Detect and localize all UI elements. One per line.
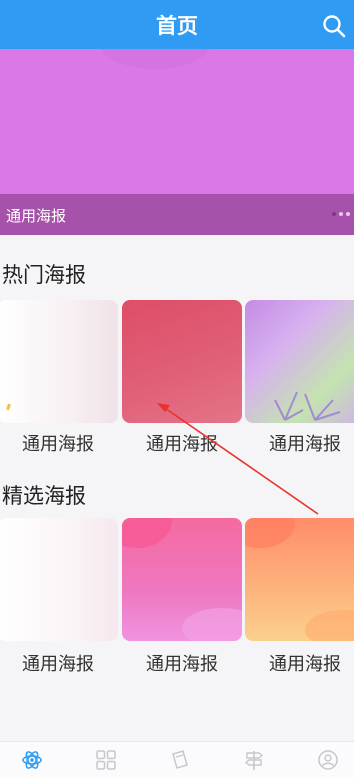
poster-label: 通用海报 [22,434,94,455]
poster-card-featured-1[interactable] [0,518,118,641]
poster-decoration [245,518,295,548]
poster-label: 通用海报 [269,434,341,455]
book-icon[interactable] [169,749,191,771]
poster-label: 通用海报 [22,654,94,675]
user-icon[interactable] [317,749,339,771]
search-icon[interactable] [322,14,346,38]
bottom-nav [0,741,354,778]
atom-icon[interactable] [21,749,43,771]
poster-card-hot-1[interactable] [0,300,118,423]
poster-label: 通用海报 [269,654,341,675]
section-title-featured: 精选海报 [2,484,86,508]
poster-label: 通用海报 [146,434,218,455]
banner-caption: 通用海报 [6,207,67,225]
poster-decoration [122,518,172,548]
poster-decoration [182,608,242,641]
banner-decoration [100,49,210,69]
banner-carousel[interactable]: 通用海报 [0,49,354,235]
grid-icon[interactable] [95,749,117,771]
poster-label: 通用海报 [146,654,218,675]
banner-caption-bar: 通用海报 [0,194,354,235]
poster-decoration [6,403,11,411]
poster-card-featured-3[interactable] [245,518,354,641]
poster-plant-decoration [274,391,341,421]
carousel-dot [332,212,336,216]
carousel-indicator [332,212,350,216]
signpost-icon[interactable] [243,749,265,771]
poster-card-hot-2[interactable] [122,300,242,423]
poster-decoration [305,610,354,641]
carousel-dot [346,212,350,216]
page-title: 首页 [156,14,198,38]
carousel-dot [339,212,343,216]
poster-card-hot-3[interactable] [245,300,354,423]
section-title-hot: 热门海报 [2,263,86,287]
top-bar: 首页 [0,0,354,49]
poster-card-featured-2[interactable] [122,518,242,641]
